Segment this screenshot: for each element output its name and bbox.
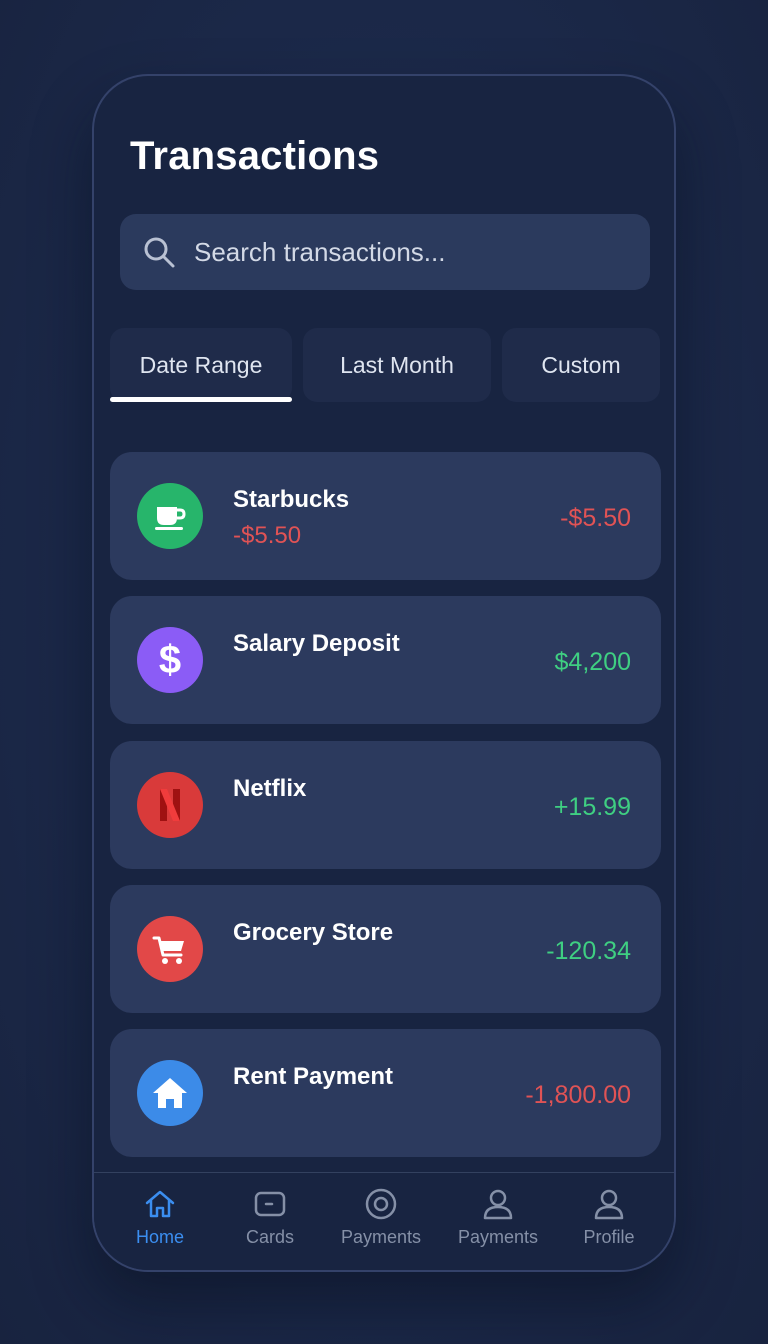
tab-date-range[interactable]: Date Range <box>110 328 292 402</box>
tab-label: Last Month <box>340 351 454 378</box>
transaction-amount: -$5.50 <box>560 504 631 532</box>
tab-custom[interactable]: Custom <box>502 328 660 402</box>
nav-home[interactable]: Home <box>105 1187 215 1248</box>
search-icon <box>144 237 175 268</box>
transaction-amount: +15.99 <box>553 793 631 821</box>
transaction-card-grocery-store[interactable]: Grocery Store -120.34 <box>110 885 661 1013</box>
nav-label: Profile <box>583 1227 635 1247</box>
nav-cards[interactable]: Cards <box>215 1187 325 1248</box>
home-icon <box>145 1190 175 1218</box>
transaction-name: Grocery Store <box>233 919 394 946</box>
transaction-card-netflix[interactable]: Netflix +15.99 <box>110 741 661 869</box>
transaction-name: Netflix <box>233 775 307 802</box>
nav-payments[interactable]: Payments <box>326 1187 436 1248</box>
shopping-cart-icon <box>137 916 203 982</box>
nav-payments-2[interactable]: Payments <box>443 1187 553 1248</box>
phone-frame: Transactions Date Range Last Month Custo… <box>92 74 676 1272</box>
nav-profile[interactable]: Profile <box>554 1187 664 1248</box>
tab-label: Custom <box>541 351 621 378</box>
search-bar[interactable] <box>120 214 650 290</box>
home-icon <box>137 1060 203 1126</box>
tab-label: Date Range <box>139 351 263 378</box>
nav-label: Payments <box>340 1227 422 1247</box>
dollar-icon: $ <box>137 627 203 693</box>
search-input[interactable] <box>192 235 650 269</box>
card-icon <box>254 1191 286 1217</box>
transaction-name: Rent Payment <box>233 1063 394 1090</box>
transaction-sub-amount: -$5.50 <box>233 522 302 549</box>
transaction-name: Salary Deposit <box>233 630 400 657</box>
transaction-card-starbucks[interactable]: Starbucks -$5.50 -$5.50 <box>110 452 661 580</box>
transaction-card-rent-payment[interactable]: Rent Payment -1,800.00 <box>110 1029 661 1157</box>
transaction-amount: -120.34 <box>546 937 631 965</box>
page-title: Transactions <box>130 134 380 178</box>
transaction-amount: -1,800.00 <box>525 1081 631 1109</box>
transaction-amount: $4,200 <box>554 648 631 676</box>
user-icon <box>483 1189 513 1220</box>
coffee-cup-icon <box>137 483 203 549</box>
user-icon <box>594 1189 624 1220</box>
netflix-icon <box>137 772 203 838</box>
transaction-name: Starbucks <box>233 486 350 513</box>
nav-label: Payments <box>457 1227 539 1247</box>
bottom-navigation: Home Cards Payments Payments Profile <box>94 1172 674 1270</box>
nav-label: Home <box>135 1227 184 1247</box>
nav-label: Cards <box>245 1227 294 1247</box>
target-icon <box>365 1188 397 1220</box>
active-tab-indicator <box>110 397 292 402</box>
tab-last-month[interactable]: Last Month <box>303 328 491 402</box>
transaction-card-salary-deposit[interactable]: $ Salary Deposit $4,200 <box>110 596 661 724</box>
